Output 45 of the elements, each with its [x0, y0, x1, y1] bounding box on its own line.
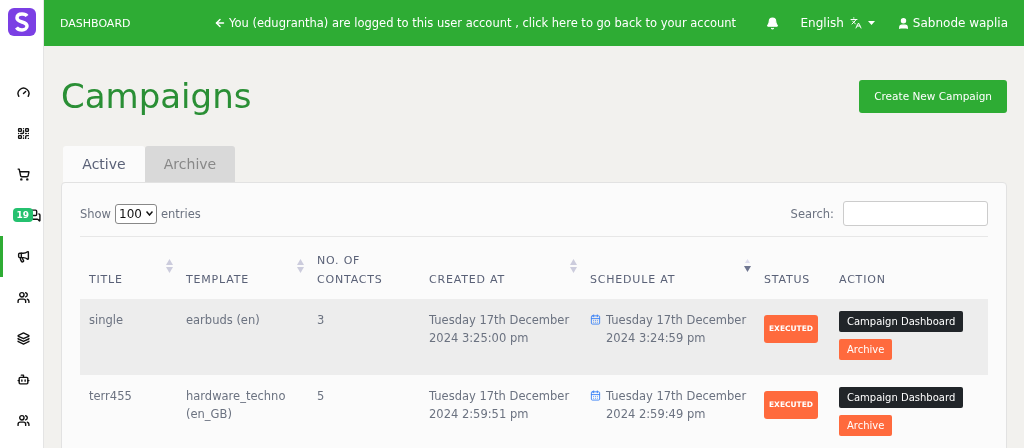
sort-icon[interactable] — [744, 259, 751, 273]
unread-count-badge: 19 — [12, 208, 34, 222]
page-size-select[interactable]: 100 — [115, 203, 157, 224]
chevron-down-icon — [145, 211, 153, 216]
column-header[interactable]: TITLE — [89, 270, 123, 289]
column-header[interactable]: CREATED AT — [429, 270, 505, 289]
table-cell-text: Tuesday 17th December 2024 3:24:59 pm — [606, 312, 748, 347]
column-header[interactable]: STATUS — [764, 270, 811, 289]
column-header[interactable]: ACTION — [839, 270, 886, 289]
table-cell-text: Tuesday 17th December 2024 2:59:51 pm — [429, 388, 571, 423]
campaign-dashboard-button[interactable]: Campaign Dashboard — [839, 311, 964, 332]
tab[interactable]: Active — [63, 146, 145, 182]
language-icon — [849, 17, 862, 29]
caret-icon — [867, 21, 875, 25]
qr-code-icon — [16, 127, 30, 140]
search-label: Search: — [790, 206, 834, 221]
table-cell: 3 — [317, 313, 325, 327]
search-field[interactable] — [843, 201, 988, 226]
show-label: Show — [80, 206, 112, 221]
notification-icon[interactable] — [765, 16, 779, 30]
gauge-icon — [16, 86, 30, 99]
table-cell: 5 — [317, 389, 325, 403]
robot-icon — [16, 373, 30, 386]
table-cell: terr455 — [89, 389, 132, 403]
column-header[interactable]: SCHEDULE AT — [590, 270, 676, 289]
megaphone-icon — [16, 250, 30, 263]
logo-icon[interactable] — [7, 8, 36, 36]
column-header[interactable]: NO. OF CONTACTS — [317, 251, 407, 289]
table-cell-text: earbuds (en) — [186, 312, 261, 329]
page-title: Campaigns — [61, 76, 252, 116]
entries-label: entries — [160, 206, 201, 221]
user-icon — [896, 16, 910, 30]
layers-icon — [16, 332, 30, 345]
table-cell-text: hardware_techno (en_GB) — [186, 388, 287, 423]
column-header[interactable]: TEMPLATE — [186, 270, 249, 289]
users-icon — [16, 414, 30, 427]
table-cell-text: Tuesday 17th December 2024 2:59:49 pm — [606, 388, 748, 423]
table-cell-text: Tuesday 17th December 2024 3:25:00 pm — [429, 312, 571, 347]
calendar-icon — [590, 390, 601, 401]
users-icon — [16, 291, 30, 304]
arrow-left-icon — [214, 17, 226, 29]
calendar-icon — [590, 314, 601, 325]
table-cell: single — [89, 313, 124, 327]
cart-icon — [16, 168, 30, 181]
campaign-dashboard-button[interactable]: Campaign Dashboard — [839, 387, 964, 408]
